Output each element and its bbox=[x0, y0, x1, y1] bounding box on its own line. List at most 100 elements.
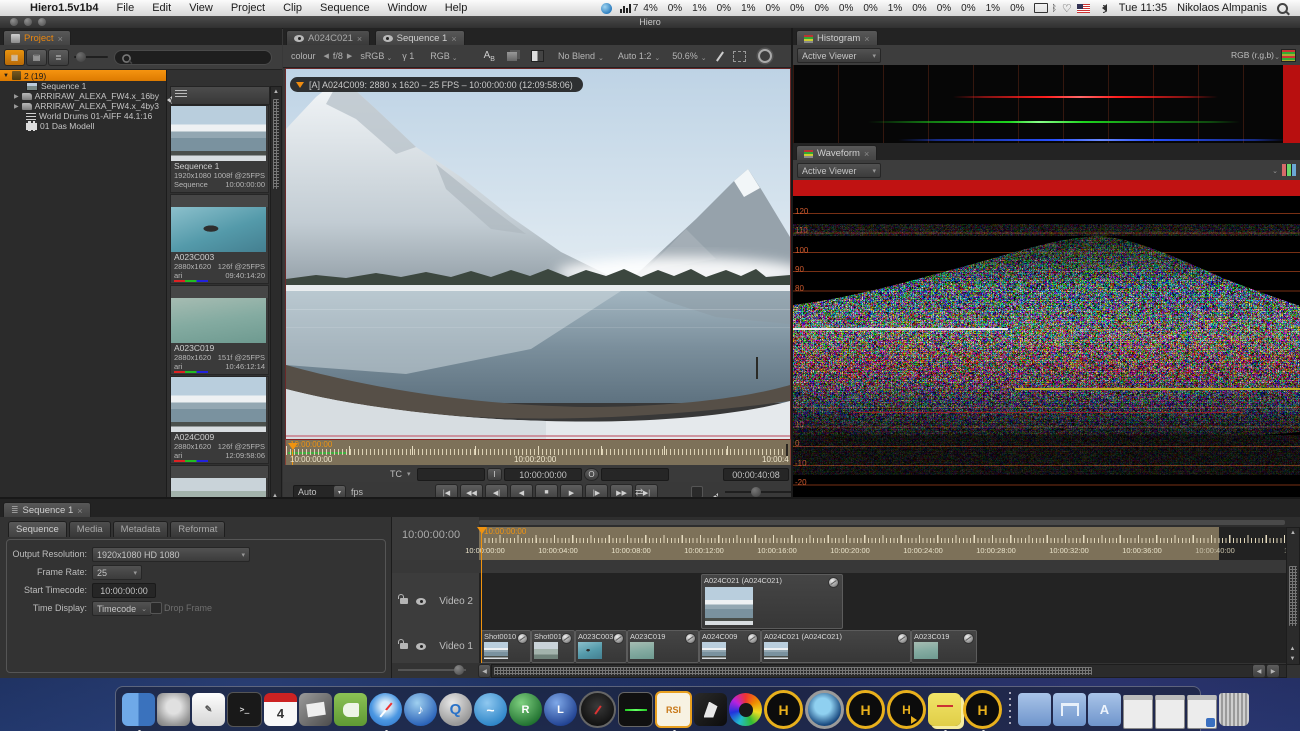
dock-photos-icon[interactable] bbox=[299, 693, 332, 726]
close-icon[interactable]: × bbox=[451, 34, 456, 44]
cpu-meter-icon[interactable] bbox=[620, 4, 631, 13]
bin-clip-card[interactable]: A024C009 2880x1620126f @25FPS ari12:09:5… bbox=[170, 376, 269, 464]
menu-window[interactable]: Window bbox=[388, 2, 427, 14]
dock-app-r-icon[interactable]: R bbox=[509, 693, 542, 726]
frame-rate-select[interactable]: 25▾ bbox=[92, 565, 142, 580]
blend-dropdown[interactable]: No Blend bbox=[558, 51, 595, 61]
dock-dashboard-icon[interactable] bbox=[579, 691, 616, 728]
dock-trash-icon[interactable] bbox=[1219, 693, 1249, 726]
dock-rsi-icon[interactable]: RSI bbox=[655, 691, 692, 728]
dock-folder-icon[interactable] bbox=[1018, 693, 1051, 726]
wipe-icon[interactable] bbox=[531, 50, 544, 62]
dock-finder-icon[interactable] bbox=[122, 693, 155, 726]
page-left-button[interactable]: ◀ bbox=[1252, 664, 1266, 678]
expand-arrow-icon[interactable]: ▶ bbox=[14, 103, 19, 110]
dock-safari-icon[interactable] bbox=[369, 693, 402, 726]
tree-item-dasmodell[interactable]: 01 Das Modell bbox=[0, 121, 166, 131]
thumbnail-size-slider-knob[interactable] bbox=[76, 52, 86, 62]
dock-window-thumbnail[interactable] bbox=[1187, 695, 1217, 729]
dock-applications-folder-icon[interactable]: A bbox=[1088, 693, 1121, 726]
dock-hiero-icon[interactable]: H bbox=[846, 690, 885, 729]
dock-nuke-icon[interactable] bbox=[805, 690, 844, 729]
tree-item-sequence[interactable]: Sequence 1 bbox=[0, 81, 166, 91]
menubar-clock[interactable]: Tue 11:35 bbox=[1119, 2, 1167, 14]
timeline-clip[interactable]: A024C021 (A024C021) bbox=[701, 574, 843, 629]
time-display-select[interactable]: Timecode⌄ bbox=[92, 601, 152, 616]
close-icon[interactable]: × bbox=[357, 34, 362, 44]
lock-icon[interactable] bbox=[400, 598, 408, 604]
waveform-source-dropdown[interactable]: Active Viewer▾ bbox=[797, 163, 881, 178]
timeline-zoom-knob[interactable] bbox=[454, 665, 464, 675]
out-point-field[interactable] bbox=[601, 468, 669, 481]
proxy-dropdown[interactable]: Auto 1:2 bbox=[618, 51, 652, 61]
tab-viewer-sequence1[interactable]: Sequence 1 × bbox=[375, 30, 465, 46]
dock-app-l-icon[interactable]: L bbox=[544, 693, 577, 726]
heart-icon[interactable]: ♡ bbox=[1062, 2, 1072, 15]
tab-sequence1-panel[interactable]: ≣ Sequence 1 × bbox=[3, 502, 91, 518]
close-icon[interactable]: × bbox=[58, 34, 63, 44]
scroll-up-icon[interactable]: ▲ bbox=[1287, 528, 1299, 537]
drop-frame-checkbox[interactable] bbox=[150, 602, 162, 614]
tree-item-root[interactable]: ▼ 2 (19) bbox=[0, 70, 166, 81]
list-view-button[interactable]: ≣ bbox=[48, 49, 69, 66]
viewer-playhead-icon[interactable] bbox=[288, 443, 298, 455]
subtab-reformat[interactable]: Reformat bbox=[170, 521, 225, 537]
timeline-clip[interactable]: Shot0010 bbox=[481, 630, 531, 663]
app-menu-title[interactable]: Hiero1.5v1b4 bbox=[30, 2, 98, 14]
in-point-field[interactable] bbox=[417, 468, 485, 481]
spotlight-icon[interactable] bbox=[1277, 3, 1288, 14]
waveform-mode-caret-icon[interactable]: ⌄ bbox=[1272, 167, 1278, 175]
video1-track-header[interactable]: Video 1 bbox=[392, 629, 479, 664]
tc-mode-dropdown[interactable]: TC bbox=[390, 469, 402, 479]
dock-hiero-icon[interactable]: H bbox=[764, 690, 803, 729]
grid-view-button[interactable]: ▦ bbox=[4, 49, 25, 66]
menu-edit[interactable]: Edit bbox=[152, 2, 171, 14]
waveform-parade-icon[interactable] bbox=[1282, 164, 1296, 176]
timeline-playhead-icon[interactable] bbox=[477, 527, 487, 539]
histogram-channels-icon[interactable] bbox=[1281, 49, 1296, 62]
timeline-clip[interactable]: A023C003 bbox=[575, 630, 627, 663]
histogram-mode-dropdown[interactable]: RGB (r,g,b) bbox=[1231, 50, 1274, 60]
dock-window-thumbnail[interactable] bbox=[1123, 695, 1153, 729]
menu-clip[interactable]: Clip bbox=[283, 2, 302, 14]
effects-globe-icon[interactable] bbox=[561, 633, 572, 644]
menu-file[interactable]: File bbox=[116, 2, 134, 14]
dock-calendar-icon[interactable]: 4 bbox=[264, 693, 297, 726]
dock-itunes-icon[interactable]: ♪ bbox=[404, 693, 437, 726]
viewer-image[interactable]: [A] A024C009: 2880 x 1620 – 25 FPS – 10:… bbox=[285, 68, 791, 440]
tab-viewer-a024c021[interactable]: A024C021 × bbox=[286, 30, 370, 46]
expand-arrow-icon[interactable]: ▼ bbox=[3, 73, 9, 79]
eyedropper-icon[interactable] bbox=[716, 51, 724, 61]
menubar-user[interactable]: Nikolaos Almpanis bbox=[1177, 2, 1267, 14]
ab-compare-icon[interactable]: AB bbox=[484, 50, 495, 63]
aperture-next-icon[interactable]: ▶ bbox=[347, 52, 352, 60]
histogram-source-dropdown[interactable]: Active Viewer▾ bbox=[797, 48, 881, 63]
dock-activity-monitor-icon[interactable] bbox=[618, 692, 653, 727]
close-icon[interactable]: × bbox=[77, 506, 82, 516]
video2-track-lane[interactable]: A024C021 (A024C021) bbox=[479, 573, 1286, 630]
viewer-timeline-ruler[interactable]: 10:00:00:00 10:00:00:00 10:00:20:00 10:0… bbox=[285, 439, 791, 465]
info-bar-arrow-icon[interactable] bbox=[296, 82, 304, 92]
dock-window-thumbnail[interactable] bbox=[1155, 695, 1185, 729]
sync-menu-icon[interactable] bbox=[601, 3, 612, 14]
subtab-sequence[interactable]: Sequence bbox=[8, 521, 67, 537]
effects-globe-icon[interactable] bbox=[685, 633, 696, 644]
scroll-down-icon[interactable]: ▼ bbox=[1288, 654, 1297, 663]
dock-davinci-icon[interactable] bbox=[694, 693, 727, 726]
set-out-button[interactable]: O bbox=[584, 468, 599, 481]
tree-item-arriraw16[interactable]: ▶ ARRIRAW_ALEXA_FW4.x_16by bbox=[0, 91, 166, 101]
bin-clip-card[interactable]: Sequence 1 1920x10801008f @25FPS Sequenc… bbox=[170, 105, 269, 193]
tc-mode-caret-icon[interactable]: ▾ bbox=[407, 470, 411, 478]
guides-icon[interactable] bbox=[733, 51, 746, 62]
dock-disk-utility-icon[interactable] bbox=[157, 693, 190, 726]
video1-track-lane[interactable]: Shot0010 Shot0011 A023C003 A023C019 bbox=[479, 629, 1286, 664]
dock-openoffice-icon[interactable]: ~ bbox=[474, 693, 507, 726]
dock-evernote-icon[interactable] bbox=[334, 693, 367, 726]
bin-scrollbar-thumb[interactable] bbox=[272, 98, 280, 190]
bin-scrollbar[interactable]: ▲ ▲ ▼ bbox=[270, 86, 282, 513]
output-resolution-select[interactable]: 1920x1080 HD 1080▾ bbox=[92, 547, 250, 562]
zoom-dropdown[interactable]: 50.6% bbox=[672, 51, 698, 61]
video2-track-header[interactable]: Video 2 bbox=[392, 573, 479, 630]
dock-library-folder-icon[interactable] bbox=[1053, 693, 1086, 726]
timeline-ruler[interactable]: 10:00:00:00 10:00:00:00 10:00:04:00 10:0… bbox=[479, 527, 1300, 560]
